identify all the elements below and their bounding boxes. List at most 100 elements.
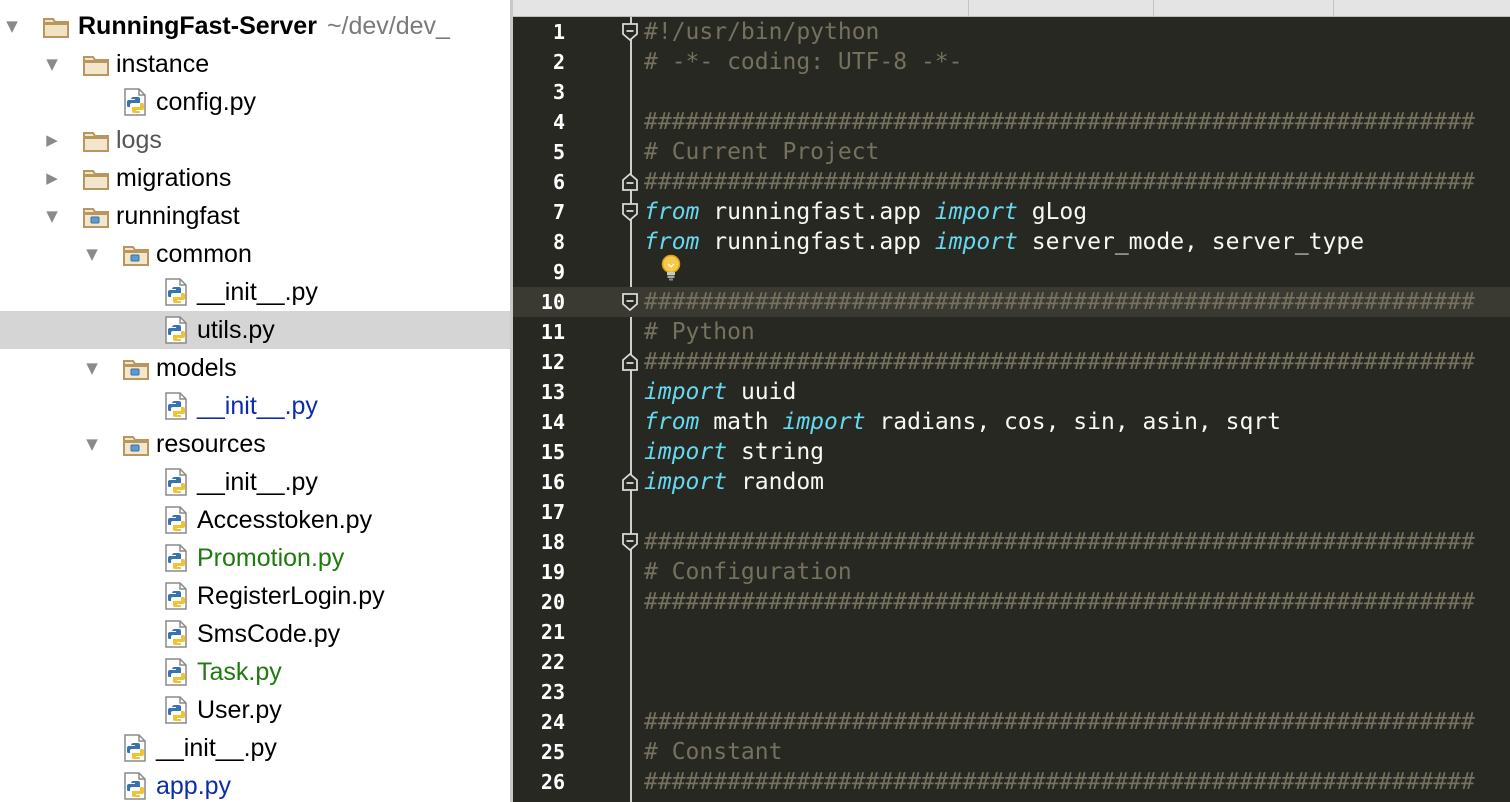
code-text: ########################################… [644,347,1475,377]
code-line[interactable]: 16 import random [513,467,1510,497]
tree-item-smscode-py[interactable]: SmsCode.py [0,615,510,653]
code-line[interactable]: 3 [513,77,1510,107]
folder-icon [82,53,110,77]
python-file-icon [122,734,150,762]
tree-item-utils-py[interactable]: utils.py [0,311,510,349]
code-line[interactable]: 24 ######################################… [513,707,1510,737]
code-line[interactable]: 7 from runningfast.app import gLog [513,197,1510,227]
tree-item-app-py[interactable]: app.py [0,767,510,802]
fold-marker-icon[interactable] [621,292,639,312]
code-line[interactable]: 25 # Constant [513,737,1510,767]
code-line[interactable]: 23 [513,677,1510,707]
triangle-down-icon[interactable]: ▼ [42,45,62,83]
tree-item-label: RegisterLogin.py [197,582,385,610]
triangle-down-icon[interactable]: ▼ [82,349,102,387]
package-folder-icon [122,433,150,457]
code-line[interactable]: 14 from math import radians, cos, sin, as… [513,407,1510,437]
code-line[interactable]: 22 [513,647,1510,677]
tree-item-registerlogin-py[interactable]: RegisterLogin.py [0,577,510,615]
python-file-icon [163,544,191,572]
tree-item-instance[interactable]: ▼ instance [0,45,510,83]
code-text: from runningfast.app import server_mode,… [644,227,1364,257]
tree-item-init-py[interactable]: __init__.py [0,273,510,311]
project-path: ~/dev/dev_ [326,12,450,40]
line-number: 15 [540,440,565,464]
code-text: # Constant [644,737,782,767]
fold-marker-icon[interactable] [621,172,639,192]
code-line[interactable]: 19 # Configuration [513,557,1510,587]
tree-item-label: app.py [156,772,232,800]
code-line[interactable]: 18 ######################################… [513,527,1510,557]
tree-item-label: User.py [197,696,282,724]
code-line[interactable]: 11 # Python [513,317,1510,347]
code-line[interactable]: 26 ######################################… [513,767,1510,797]
tree-item-label: models [156,354,237,382]
tree-item-user-py[interactable]: User.py [0,691,510,729]
code-line[interactable]: 5 # Current Project [513,137,1510,167]
line-number: 10 [540,290,565,314]
code-text: # -*- coding: UTF-8 -*- [644,47,963,77]
code-text: #!/usr/bin/python [644,17,879,47]
triangle-down-icon[interactable]: ▼ [82,425,102,463]
tree-item-promotion-py[interactable]: Promotion.py [0,539,510,577]
line-number: 18 [540,530,565,554]
editor-tab-strip[interactable] [513,0,1510,17]
tree-item-migrations[interactable]: ▶ migrations [0,159,510,197]
code-line[interactable]: 13 import uuid [513,377,1510,407]
folder-icon [82,167,110,191]
tree-item-label: Task.py [197,658,282,686]
fold-marker-icon[interactable] [621,472,639,492]
tree-root-label: RunningFast-Server ~/dev/dev_ [78,7,450,45]
code-line[interactable]: 10 ######################################… [513,287,1510,317]
python-file-icon [122,88,150,116]
code-line[interactable]: 21 [513,617,1510,647]
tree-item-init-py[interactable]: __init__.py [0,729,510,767]
code-text: ########################################… [644,527,1475,557]
code-line[interactable]: 4 #######################################… [513,107,1510,137]
tree-item-models[interactable]: ▼ models [0,349,510,387]
code-editor[interactable]: 1 #!/usr/bin/python 2 # -*- coding: UTF-8 -… [513,0,1510,802]
python-file-icon [163,658,191,686]
comment-token: ########################################… [644,589,1475,615]
python-file-icon [163,316,191,344]
tree-item-accesstoken-py[interactable]: Accesstoken.py [0,501,510,539]
lightbulb-icon[interactable] [659,253,683,283]
triangle-right-icon[interactable]: ▶ [42,159,62,197]
fold-marker-icon[interactable] [621,202,639,222]
line-number: 24 [540,710,565,734]
tree-root-row[interactable]: ▼ RunningFast-Server ~/dev/dev_ [0,7,510,45]
tree-item-resources[interactable]: ▼ resources [0,425,510,463]
code-line[interactable]: 12 ######################################… [513,347,1510,377]
tree-item-task-py[interactable]: Task.py [0,653,510,691]
fold-marker-icon[interactable] [621,532,639,552]
triangle-down-icon[interactable]: ▼ [82,235,102,273]
folder-icon [43,18,69,38]
tree-item-logs[interactable]: ▶ logs [0,121,510,159]
tree-item-label: utils.py [197,316,275,344]
triangle-down-icon[interactable]: ▼ [2,7,22,45]
code-line[interactable]: 15 import string [513,437,1510,467]
line-number: 1 [552,20,565,44]
code-text: # Python [644,317,755,347]
tree-item-init-py[interactable]: __init__.py [0,387,510,425]
tree-item-common[interactable]: ▼ common [0,235,510,273]
triangle-right-icon[interactable]: ▶ [42,121,62,159]
tree-item-init-py[interactable]: __init__.py [0,463,510,501]
keyword-token: import [934,199,1018,225]
code-line[interactable]: 2 # -*- coding: UTF-8 -*- [513,47,1510,77]
tree-item-label: logs [116,126,162,154]
tree-item-label: __init__.py [197,278,318,306]
package-folder-icon [122,357,150,381]
code-line[interactable]: 17 [513,497,1510,527]
code-line[interactable]: 6 #######################################… [513,167,1510,197]
triangle-down-icon[interactable]: ▼ [42,197,62,235]
fold-marker-icon[interactable] [621,352,639,372]
tree-item-config-py[interactable]: config.py [0,83,510,121]
line-number: 26 [540,770,565,794]
tree-item-runningfast[interactable]: ▼ runningfast [0,197,510,235]
fold-marker-icon[interactable] [621,22,639,42]
code-text: # Configuration [644,557,852,587]
code-token: runningfast.app [699,229,935,255]
code-line[interactable]: 1 #!/usr/bin/python [513,17,1510,47]
code-line[interactable]: 20 ######################################… [513,587,1510,617]
